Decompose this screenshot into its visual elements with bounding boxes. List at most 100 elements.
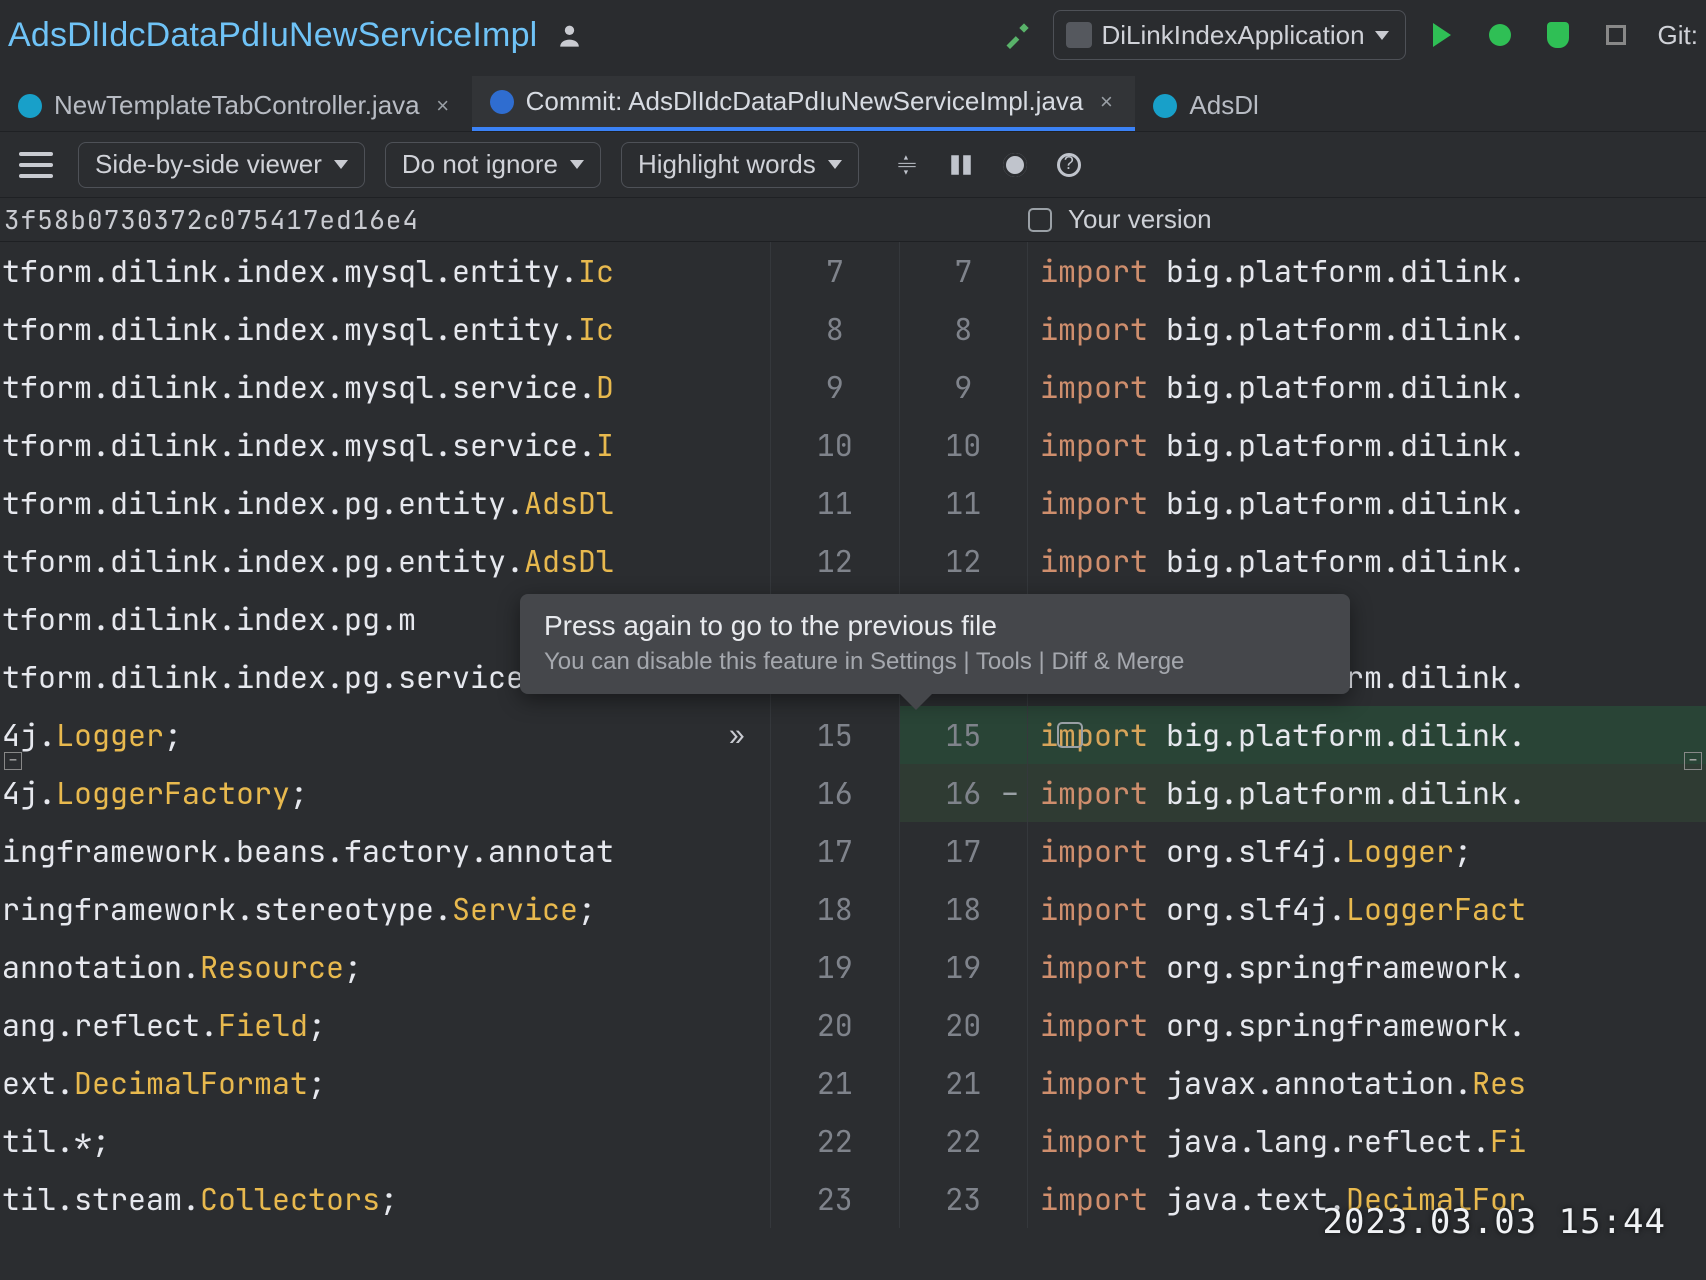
right-code: import java.lang.reflect.Fi — [1028, 1112, 1706, 1170]
tab-label: AdsDl — [1189, 90, 1258, 121]
right-code: import big.platform.dilink. — [1028, 358, 1706, 416]
minus-marker: – — [1001, 764, 1019, 822]
your-version-checkbox[interactable] — [1028, 208, 1052, 232]
left-code: til.*; — [0, 1112, 770, 1170]
line-number-right: 9 — [899, 358, 1029, 416]
diff-row[interactable]: tform.dilink.index.mysql.entity.Ic77impo… — [0, 242, 1706, 300]
diff-row[interactable]: tform.dilink.index.mysql.service.I–1010–… — [0, 416, 1706, 474]
users-icon[interactable] — [551, 13, 595, 57]
gutter: 1818 — [770, 880, 1028, 938]
diff-row[interactable]: 4j.Logger;»1515import big.platform.dilin… — [0, 706, 1706, 764]
line-number-left: 21 — [770, 1054, 899, 1112]
diff-row[interactable]: tform.dilink.index.mysql.service.D99impo… — [0, 358, 1706, 416]
tab-file-3[interactable]: AdsDl — [1135, 80, 1264, 131]
diff-row[interactable]: tform.dilink.index.mysql.entity.Ic88impo… — [0, 300, 1706, 358]
coverage-button[interactable] — [1536, 13, 1580, 57]
highlight-mode-dropdown[interactable]: Highlight words — [621, 142, 859, 188]
close-icon[interactable]: × — [432, 95, 454, 117]
diff-row[interactable]: ext.DecimalFormat;2121–import javax.anno… — [0, 1054, 1706, 1112]
line-number-right: 17 — [899, 822, 1029, 880]
right-code: import org.springframework. — [1028, 938, 1706, 996]
stop-icon — [1606, 25, 1626, 45]
chevron-down-icon — [828, 160, 842, 169]
diff-row[interactable]: tform.dilink.index.pg.entity.AdsDl1212im… — [0, 532, 1706, 590]
accept-change-checkbox[interactable] — [1057, 722, 1083, 748]
gutter: 1919 — [770, 938, 1028, 996]
hammer-build-icon[interactable] — [995, 13, 1039, 57]
ignore-mode-dropdown[interactable]: Do not ignore — [385, 142, 601, 188]
line-number-left: »15 — [770, 706, 899, 764]
gutter: 2121 — [770, 1054, 1028, 1112]
highlight-mode-label: Highlight words — [638, 149, 816, 180]
right-code: import big.platform.dilink. — [1028, 474, 1706, 532]
next-change-arrow-icon[interactable]: » — [729, 706, 745, 764]
gutter: 1010 — [770, 416, 1028, 474]
right-code: –import javax.annotation.Res — [1028, 1054, 1706, 1112]
line-number-right: 16– — [899, 764, 1029, 822]
stop-button[interactable] — [1594, 13, 1638, 57]
line-number-left: 11 — [770, 474, 899, 532]
diff-row[interactable]: 4j.LoggerFactory;1616–import big.platfor… — [0, 764, 1706, 822]
tooltip-title: Press again to go to the previous file — [544, 610, 1326, 642]
diff-row[interactable]: ang.reflect.Field;2020import org.springf… — [0, 996, 1706, 1054]
line-number-right: 7 — [899, 242, 1029, 300]
right-code: import big.platform.dilink. — [1028, 300, 1706, 358]
gutter: 88 — [770, 300, 1028, 358]
title-bar: AdsDlIdcDataPdIuNewServiceImpl DiLinkInd… — [0, 0, 1706, 70]
right-code: import big.platform.dilink. — [1028, 764, 1706, 822]
right-code: –import big.platform.dilink. — [1028, 416, 1706, 474]
breadcrumb-class[interactable]: AdsDlIdcDataPdIuNewServiceImpl — [8, 16, 537, 55]
tab-label: NewTemplateTabController.java — [54, 90, 420, 121]
left-code: tform.dilink.index.pg.entity.AdsDl — [0, 474, 770, 532]
line-number-left: 12 — [770, 532, 899, 590]
tab-file-1[interactable]: NewTemplateTabController.java × — [0, 80, 472, 131]
viewer-mode-dropdown[interactable]: Side-by-side viewer — [78, 142, 365, 188]
java-class-icon — [18, 94, 42, 118]
run-config-label: DiLinkIndexApplication — [1102, 20, 1365, 51]
ignore-mode-label: Do not ignore — [402, 149, 558, 180]
photo-timestamp: 2023.03.03 15:44 — [1322, 1202, 1666, 1242]
line-number-left: 10 — [770, 416, 899, 474]
toolbar-menu-button[interactable] — [14, 143, 58, 187]
gutter: 1212 — [770, 532, 1028, 590]
chevron-down-icon — [570, 160, 584, 169]
line-number-left: 18 — [770, 880, 899, 938]
git-label[interactable]: Git: — [1658, 20, 1698, 51]
right-code: import org.slf4j.Logger; — [1028, 822, 1706, 880]
left-code: til.stream.Collectors;– — [0, 1170, 770, 1228]
line-number-left: 22 — [770, 1112, 899, 1170]
diff-row[interactable]: ingframework.beans.factory.annotat1717im… — [0, 822, 1706, 880]
right-code: import big.platform.dilink. — [1028, 532, 1706, 590]
left-code: ringframework.stereotype.Service; — [0, 880, 770, 938]
diff-icon — [490, 90, 514, 114]
gutter: 2020 — [770, 996, 1028, 1054]
settings-button[interactable] — [993, 143, 1037, 187]
editor-tabs: NewTemplateTabController.java × Commit: … — [0, 70, 1706, 132]
close-icon[interactable]: × — [1095, 91, 1117, 113]
chevron-down-icon — [334, 160, 348, 169]
line-number-left: 23 — [770, 1170, 899, 1228]
java-class-icon — [1153, 94, 1177, 118]
your-version-label: Your version — [1068, 204, 1212, 235]
diff-row[interactable]: ringframework.stereotype.Service;1818imp… — [0, 880, 1706, 938]
tab-commit-diff[interactable]: Commit: AdsDlIdcDataPdIuNewServiceImpl.j… — [472, 76, 1136, 131]
help-button[interactable] — [1047, 143, 1091, 187]
diff-row[interactable]: til.*;2222import java.lang.reflect.Fi — [0, 1112, 1706, 1170]
sync-scroll-button[interactable] — [939, 143, 983, 187]
run-button[interactable] — [1420, 13, 1464, 57]
line-number-right: 11 — [899, 474, 1029, 532]
diff-body[interactable]: tform.dilink.index.mysql.entity.Ic77impo… — [0, 242, 1706, 1280]
left-code: 4j.Logger; — [0, 706, 770, 764]
collapse-unchanged-button[interactable] — [885, 143, 929, 187]
diff-row[interactable]: annotation.Resource;–1919import org.spri… — [0, 938, 1706, 996]
left-code: ext.DecimalFormat; — [0, 1054, 770, 1112]
debug-button[interactable] — [1478, 13, 1522, 57]
gear-icon — [1003, 153, 1027, 177]
left-code: 4j.LoggerFactory; — [0, 764, 770, 822]
tooltip-subtitle: You can disable this feature in Settings… — [544, 648, 1326, 676]
gutter: 1616– — [770, 764, 1028, 822]
left-code: tform.dilink.index.mysql.entity.Ic — [0, 242, 770, 300]
diff-row[interactable]: tform.dilink.index.pg.entity.AdsDl1111im… — [0, 474, 1706, 532]
line-number-right: 10 — [899, 416, 1029, 474]
run-config-dropdown[interactable]: DiLinkIndexApplication — [1053, 10, 1406, 60]
